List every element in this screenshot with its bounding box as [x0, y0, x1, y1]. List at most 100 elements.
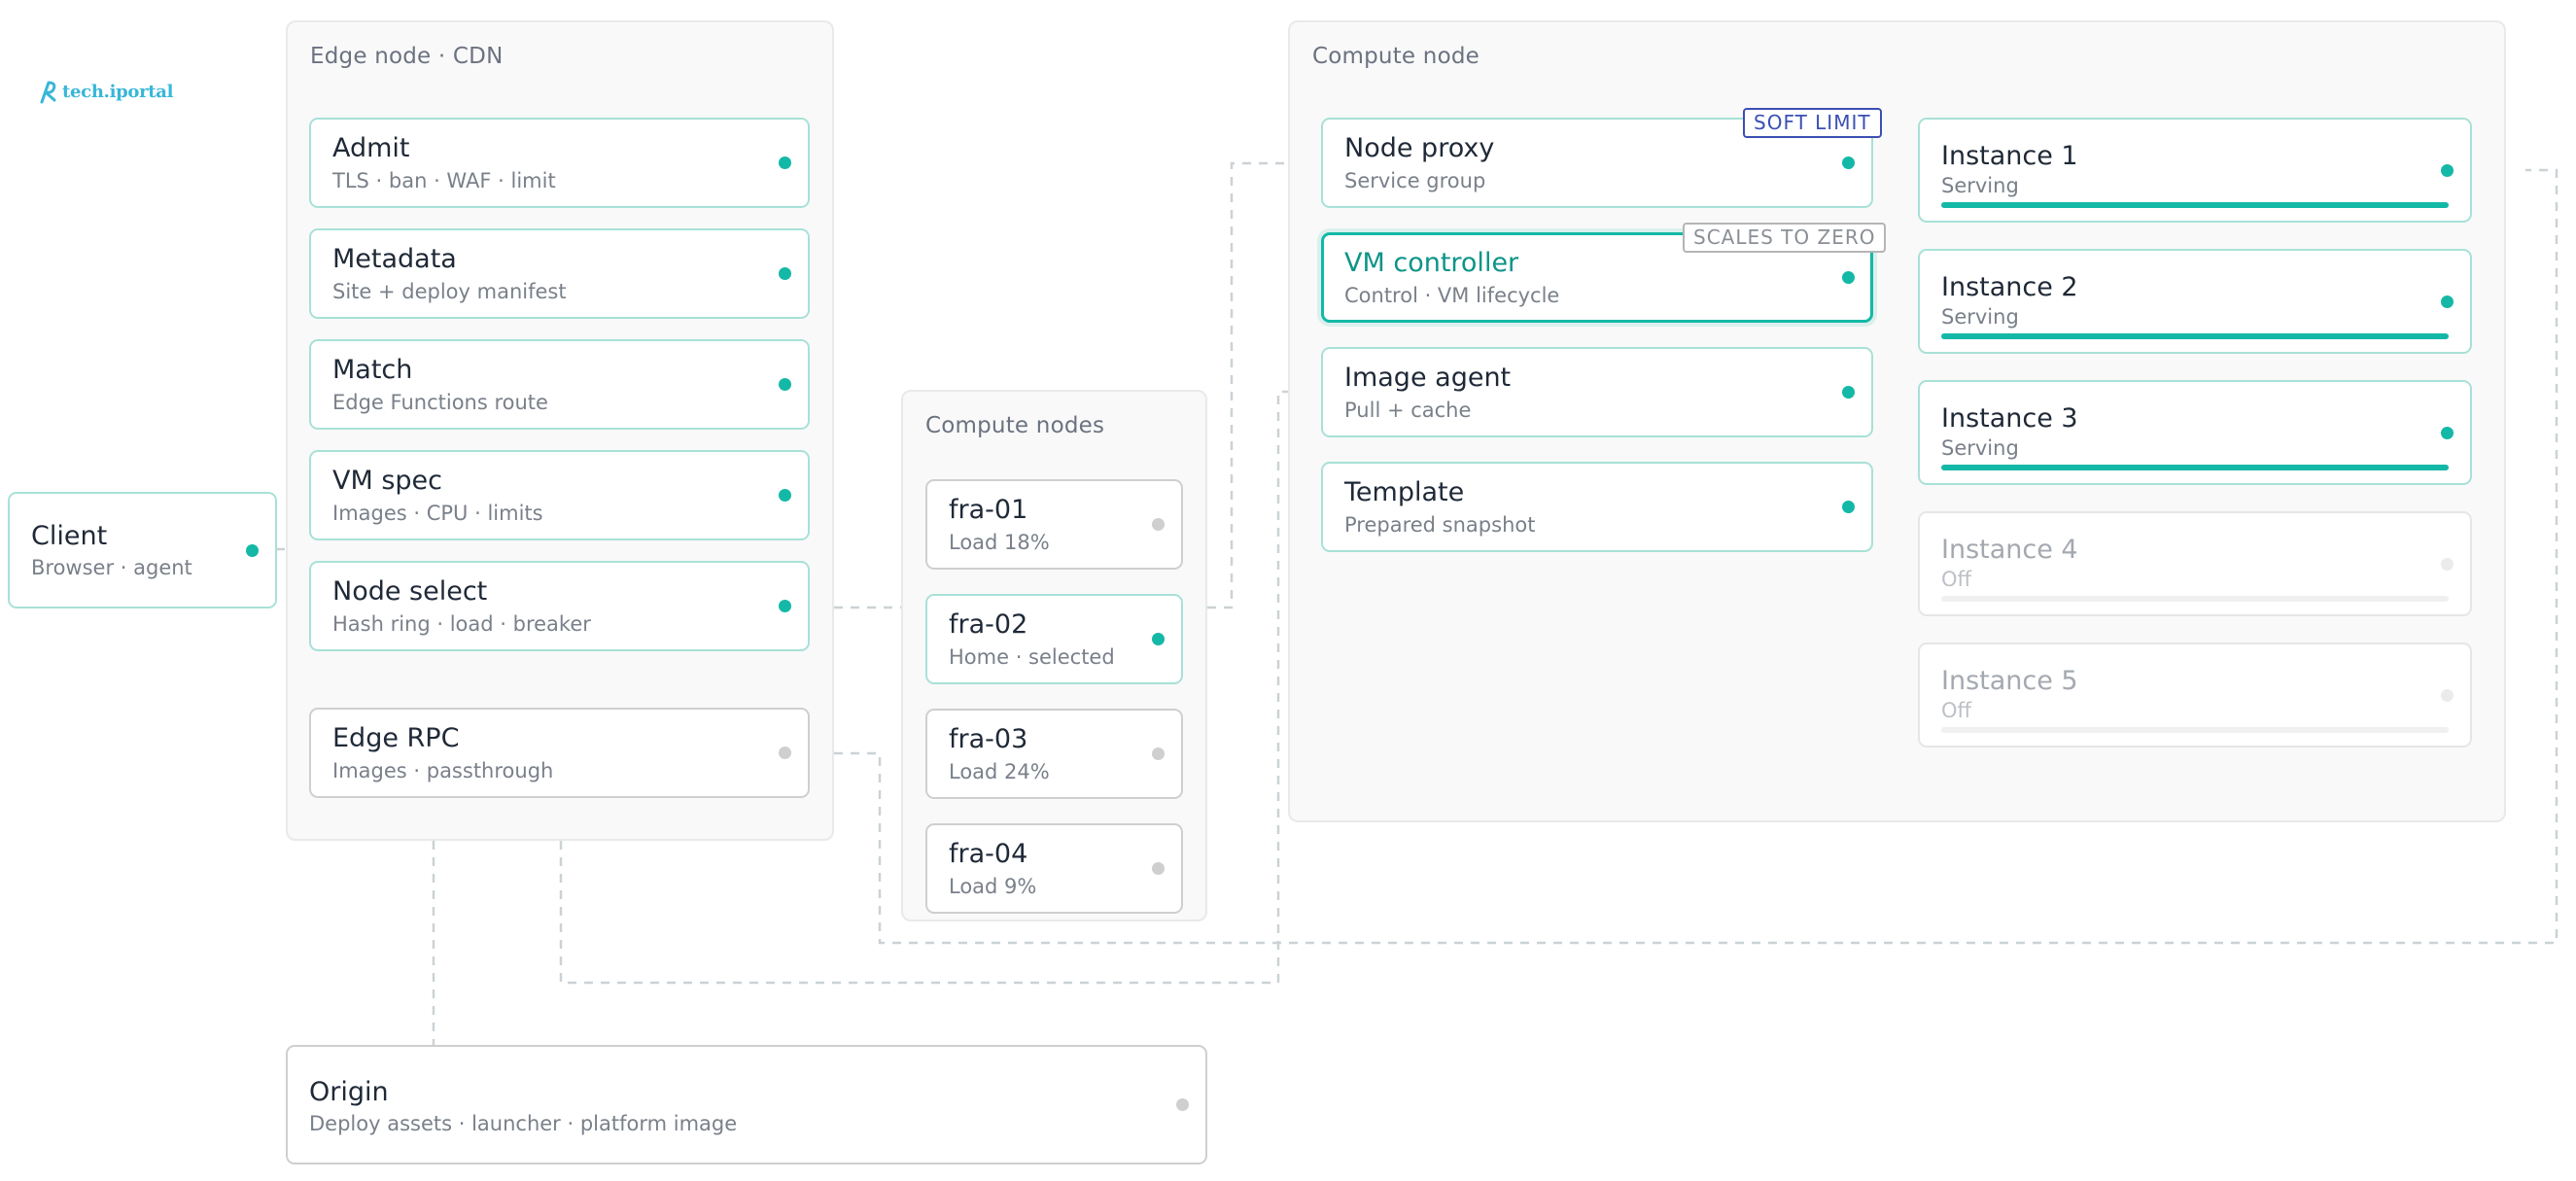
instance-title: Instance 4 — [1941, 535, 2078, 565]
instance-card[interactable]: Instance 2 Serving — [1918, 249, 2472, 354]
service-subtitle: Prepared snapshot — [1344, 513, 1536, 537]
instance-card[interactable]: Instance 1 Serving — [1918, 118, 2472, 223]
step-title: Edge RPC — [332, 723, 460, 753]
instance-title: Instance 3 — [1941, 403, 2078, 434]
step-title: Node select — [332, 576, 488, 607]
status-dot — [2441, 426, 2454, 439]
service-subtitle: Pull + cache — [1344, 399, 1472, 422]
status-dot — [1842, 156, 1855, 169]
origin-subtitle: Deploy assets · launcher · platform imag… — [309, 1112, 738, 1135]
service-subtitle: Control · VM lifecycle — [1344, 284, 1560, 307]
service-title: Node proxy — [1344, 133, 1495, 163]
instance-card[interactable]: Instance 4 Off — [1918, 511, 2472, 616]
step-title: VM spec — [332, 466, 443, 496]
node-select-step[interactable]: Node select Hash ring · load · breaker — [309, 561, 810, 651]
scales-to-zero-badge: SCALES TO ZERO — [1683, 223, 1887, 253]
brand-logo: tech.iportal — [37, 78, 174, 105]
node-title: fra-04 — [949, 839, 1028, 869]
status-dot — [779, 378, 791, 391]
step-title: Admit — [332, 133, 410, 163]
step-title: Metadata — [332, 244, 457, 274]
step-subtitle: Site + deploy manifest — [332, 280, 567, 303]
instance-status: Off — [1941, 568, 1971, 591]
instance-load-fill — [1941, 333, 2449, 339]
edge-rpc-card[interactable]: Edge RPC Images · passthrough — [309, 708, 810, 798]
group-title: Compute node — [1312, 44, 1479, 69]
origin-title: Origin — [309, 1077, 389, 1107]
instance-load-bar — [1941, 465, 2449, 470]
architecture-diagram: tech.iportal Client Browser · agent Edge… — [0, 0, 2576, 1181]
node-fra-04[interactable]: fra-04 Load 9% — [925, 823, 1183, 914]
metadata-step[interactable]: Metadata Site + deploy manifest — [309, 228, 810, 319]
instance-load-fill — [1941, 465, 2449, 470]
instance-load-bar — [1941, 596, 2449, 602]
instance-status: Serving — [1941, 174, 2019, 197]
image-agent-card[interactable]: Image agent Pull + cache — [1321, 347, 1873, 437]
instance-load-bar — [1941, 202, 2449, 208]
status-dot — [779, 156, 791, 169]
node-fra-01[interactable]: fra-01 Load 18% — [925, 479, 1183, 570]
step-subtitle: Images · CPU · limits — [332, 502, 543, 525]
step-subtitle: Edge Functions route — [332, 391, 548, 414]
instance-status: Serving — [1941, 305, 2019, 329]
step-subtitle: Hash ring · load · breaker — [332, 612, 591, 636]
instance-load-bar — [1941, 727, 2449, 733]
instance-title: Instance 1 — [1941, 141, 2078, 171]
instance-title: Instance 2 — [1941, 272, 2078, 302]
instance-title: Instance 5 — [1941, 666, 2078, 696]
status-dot — [2441, 688, 2454, 702]
status-dot — [779, 600, 791, 612]
status-dot — [2441, 295, 2454, 308]
instance-load-fill — [1941, 202, 2449, 208]
status-dot — [1842, 271, 1855, 284]
instance-card[interactable]: Instance 3 Serving — [1918, 380, 2472, 485]
service-title: Template — [1344, 477, 1465, 507]
step-title: Match — [332, 355, 413, 385]
match-step[interactable]: Match Edge Functions route — [309, 339, 810, 430]
logo-icon — [40, 81, 56, 104]
client-card[interactable]: Client Browser · agent — [8, 492, 277, 608]
node-subtitle: Load 24% — [949, 760, 1050, 783]
status-dot — [1176, 1098, 1189, 1111]
status-dot — [246, 543, 259, 557]
soft-limit-badge: SOFT LIMIT — [1743, 108, 1882, 138]
node-subtitle: Load 18% — [949, 531, 1050, 554]
node-title: fra-01 — [949, 495, 1028, 525]
client-subtitle: Browser · agent — [31, 556, 192, 579]
admit-step[interactable]: Admit TLS · ban · WAF · limit — [309, 118, 810, 208]
client-title: Client — [31, 521, 108, 551]
group-title: Compute nodes — [925, 413, 1105, 438]
instance-status: Off — [1941, 699, 1971, 722]
status-dot — [1842, 386, 1855, 399]
node-subtitle: Load 9% — [949, 875, 1037, 898]
logo-text: tech.iportal — [62, 81, 174, 102]
status-dot — [2441, 163, 2454, 177]
node-title: fra-03 — [949, 724, 1028, 754]
vm-spec-step[interactable]: VM spec Images · CPU · limits — [309, 450, 810, 540]
node-fra-02[interactable]: fra-02 Home · selected — [925, 594, 1183, 684]
status-dot — [1152, 747, 1165, 760]
instance-card[interactable]: Instance 5 Off — [1918, 643, 2472, 747]
step-subtitle: TLS · ban · WAF · limit — [332, 169, 556, 192]
status-dot — [2441, 557, 2454, 571]
node-fra-03[interactable]: fra-03 Load 24% — [925, 709, 1183, 799]
status-dot — [1842, 501, 1855, 513]
service-title: VM controller — [1344, 248, 1519, 278]
instance-status: Serving — [1941, 436, 2019, 460]
node-subtitle: Home · selected — [949, 645, 1115, 669]
node-title: fra-02 — [949, 609, 1028, 640]
status-dot — [779, 747, 791, 759]
origin-card[interactable]: Origin Deploy assets · launcher · platfo… — [286, 1045, 1207, 1164]
service-title: Image agent — [1344, 363, 1512, 393]
status-dot — [1152, 518, 1165, 531]
status-dot — [779, 267, 791, 280]
service-subtitle: Service group — [1344, 169, 1486, 192]
connector-computenodes-nodeproxy — [1207, 161, 1290, 609]
group-title: Edge node · CDN — [310, 44, 504, 69]
status-dot — [1152, 633, 1165, 645]
instance-load-bar — [1941, 333, 2449, 339]
template-card[interactable]: Template Prepared snapshot — [1321, 462, 1873, 552]
status-dot — [779, 489, 791, 502]
status-dot — [1152, 862, 1165, 875]
step-subtitle: Images · passthrough — [332, 759, 554, 782]
